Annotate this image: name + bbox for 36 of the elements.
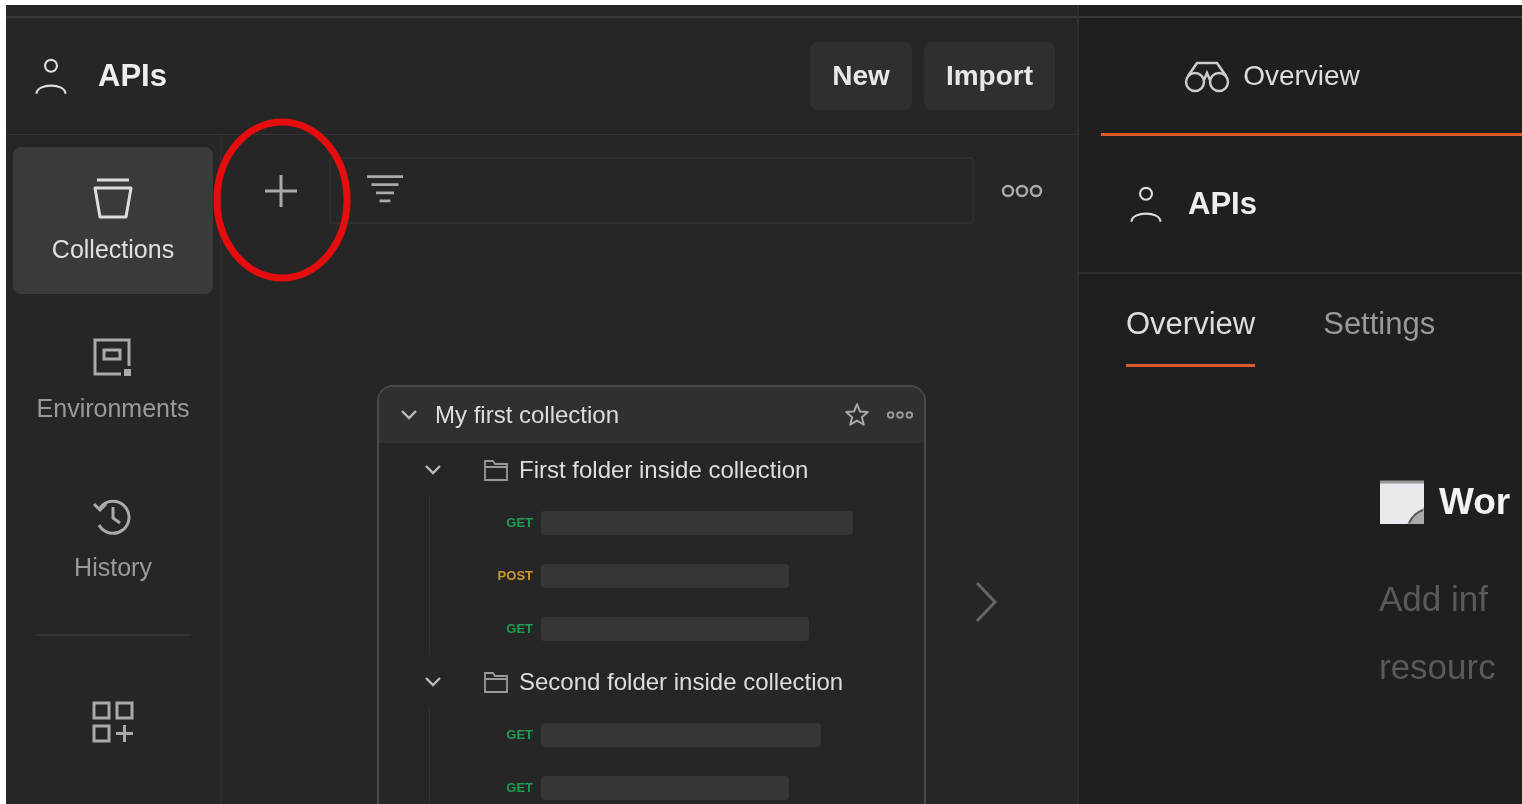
method-label: GET <box>505 515 533 530</box>
new-button[interactable]: New <box>810 42 912 110</box>
section-heading: Wor <box>1439 481 1511 523</box>
tab[interactable]: Settings <box>1323 306 1436 367</box>
method-label: POST <box>496 568 533 583</box>
tab[interactable]: Overview <box>1101 18 1522 136</box>
tab[interactable]: Overview <box>1126 306 1256 367</box>
note-icon <box>1379 479 1425 525</box>
more-icon[interactable] <box>886 410 914 420</box>
folder-name: First folder inside collection <box>519 455 809 484</box>
collection-title: APIs <box>1188 186 1257 222</box>
more-icon[interactable] <box>1001 183 1043 198</box>
sidebar-item[interactable]: Collections <box>13 147 213 294</box>
description-text: resourc <box>1379 646 1497 688</box>
add-widget-icon[interactable] <box>91 700 135 744</box>
user-icon <box>34 56 68 96</box>
folder-icon <box>483 669 509 694</box>
folder-row[interactable]: Second folder inside collection <box>379 655 924 708</box>
star-icon[interactable] <box>844 402 870 428</box>
method-label: GET <box>505 727 533 742</box>
user-icon <box>1129 184 1163 224</box>
collection-name: My first collection <box>435 401 620 429</box>
collection-header[interactable]: My first collection <box>379 387 924 443</box>
description-text: Add inf <box>1379 578 1489 620</box>
folder-icon <box>483 457 509 482</box>
workspace-title: APIs <box>98 58 167 94</box>
trash-can-icon <box>91 177 135 221</box>
sidebar-item[interactable]: Environments <box>13 306 213 453</box>
sidebar-item[interactable]: History <box>13 465 213 612</box>
import-button[interactable]: Import <box>923 42 1055 110</box>
folder-name: Second folder inside collection <box>519 667 844 696</box>
folder-row[interactable]: First folder inside collection <box>379 443 924 496</box>
method-label: GET <box>505 621 533 636</box>
method-label: GET <box>505 780 533 795</box>
chevron-right-icon[interactable] <box>974 580 998 624</box>
search-field[interactable] <box>329 157 974 224</box>
